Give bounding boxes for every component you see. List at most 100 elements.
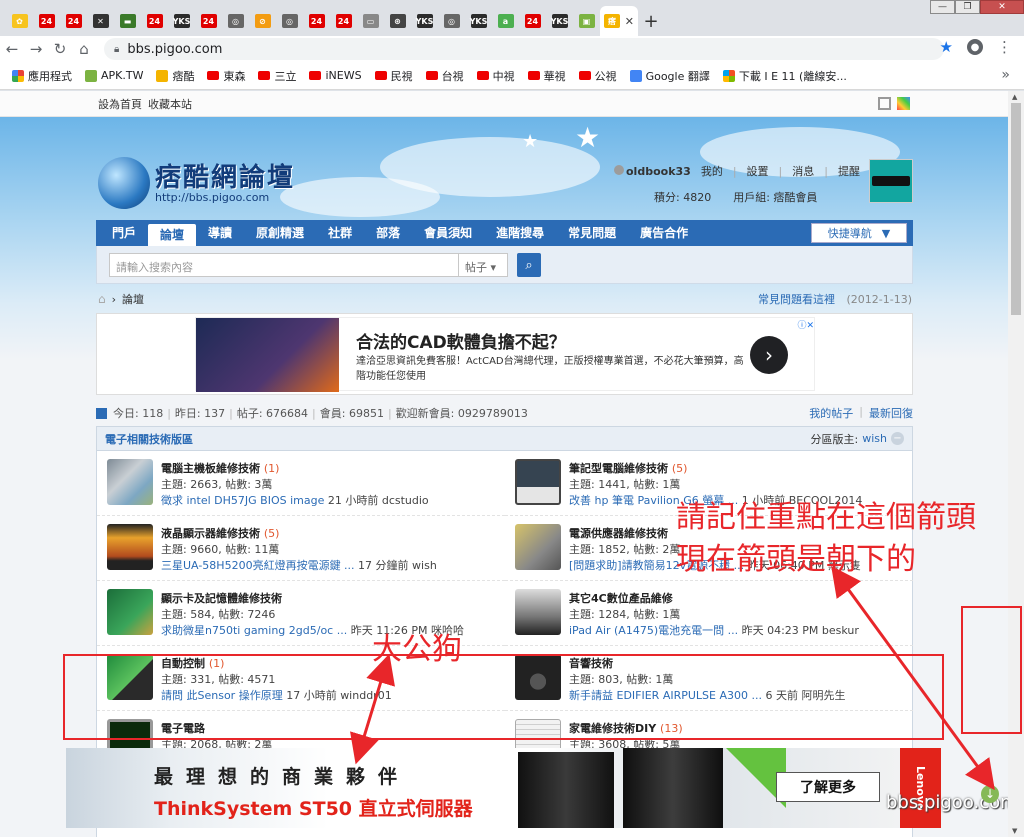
maximize-button[interactable]: ❐ — [955, 0, 980, 14]
ad-text[interactable]: 達洽亞思資訊免費客服！ActCAD台灣總代理，正版授權專業首選，不必花大筆預算，… — [356, 354, 746, 384]
search-scope-select[interactable]: 帖子 ▾ — [458, 253, 508, 277]
set-homepage-link[interactable]: 設為首頁 — [98, 96, 142, 112]
bookmark-label[interactable]: 三立 — [274, 68, 296, 84]
nav-item[interactable]: 進階搜尋 — [484, 220, 556, 246]
board-icon[interactable] — [107, 524, 153, 570]
reload-icon[interactable]: ↻ — [48, 40, 72, 58]
browser-tab[interactable]: 24 — [303, 6, 330, 36]
browser-tab[interactable]: ⊛ — [384, 6, 411, 36]
ad-title[interactable]: 合法的CAD軟體負擔不起？ — [356, 328, 566, 353]
bookmark-item[interactable]: 三立 — [258, 68, 296, 84]
browser-tab[interactable]: YKS — [168, 6, 195, 36]
bookmark-item[interactable]: Google 翻譯 — [629, 68, 710, 84]
minimize-button[interactable]: — — [930, 0, 955, 14]
browser-tab[interactable]: ⊘ — [249, 6, 276, 36]
scroll-up-icon[interactable]: ▲ — [1012, 93, 1017, 101]
board-icon[interactable] — [107, 459, 153, 505]
browser-tab[interactable]: ◎ — [222, 6, 249, 36]
banner-subline[interactable]: ThinkSystem ST50 直立式伺服器 — [154, 794, 473, 821]
bookmark-item[interactable]: 中視 — [476, 68, 515, 84]
address-bar[interactable]: 🔒︎ bbs.pigoo.com — [104, 38, 944, 60]
last-post-link[interactable]: 三星UA-58H5200亮紅燈再按電源鍵 ... — [161, 559, 355, 572]
scroll-down-icon[interactable]: ▼ — [1012, 827, 1017, 835]
bookmark-item[interactable]: iNEWS — [309, 69, 362, 82]
nav-item[interactable]: 廣告合作 — [628, 220, 700, 246]
bookmark-label[interactable]: Google 翻譯 — [646, 68, 710, 84]
board-icon[interactable] — [515, 524, 561, 570]
scrollbar-thumb[interactable] — [1011, 103, 1021, 315]
bookmark-item[interactable]: APK.TW — [85, 69, 143, 82]
avatar[interactable] — [869, 159, 913, 203]
back-arrow-icon[interactable]: ← — [0, 40, 24, 58]
bookmark-label[interactable]: 痞酷 — [172, 68, 194, 84]
nav-item[interactable]: 門戶 — [100, 220, 148, 246]
bookmark-label[interactable]: 應用程式 — [28, 68, 72, 84]
menu-kebab-icon[interactable]: ⋮ — [997, 38, 1012, 56]
nav-item[interactable]: 導讀 — [196, 220, 244, 246]
user-link[interactable]: 設置 — [747, 163, 769, 179]
adchoices-icon[interactable]: ⓘ✕ — [797, 318, 814, 331]
bookmark-item[interactable]: 公視 — [578, 68, 617, 84]
forward-arrow-icon[interactable]: → — [24, 40, 48, 58]
nav-item[interactable]: 會員須知 — [412, 220, 484, 246]
user-name[interactable]: oldbook33 — [614, 164, 691, 178]
bookmark-label[interactable]: 公視 — [595, 68, 617, 84]
breadcrumb-forum[interactable]: 論壇 — [122, 291, 144, 307]
browser-tab[interactable]: 24 — [519, 6, 546, 36]
board-title[interactable]: 液晶顯示器維修技術 (5) — [161, 525, 279, 541]
board-title[interactable]: 電源供應器維修技術 — [569, 525, 668, 541]
theme-color-icon[interactable] — [897, 97, 910, 110]
browser-tab[interactable]: YKS — [411, 6, 438, 36]
browser-tab[interactable]: ✕ — [87, 6, 114, 36]
browser-tab[interactable]: YKS — [465, 6, 492, 36]
last-post-link[interactable]: 徵求 intel DH57JG BIOS image — [161, 494, 324, 507]
nav-item[interactable]: 論壇 — [148, 224, 197, 246]
board-title[interactable]: 顯示卡及記憶體維修技術 — [161, 590, 282, 606]
quick-nav-button[interactable]: 快捷導航 ▼ — [811, 223, 907, 243]
user-group[interactable]: 用戶組: 痞酷會員 — [733, 189, 817, 205]
lock-icon[interactable]: 🔒︎ — [114, 44, 119, 55]
board-title[interactable]: 電腦主機板維修技術 (1) — [161, 460, 279, 476]
last-post-link[interactable]: 求助微星n750ti gaming 2gd5/oc ... — [161, 624, 347, 637]
user-link[interactable]: 消息 — [792, 163, 814, 179]
site-logo-globe[interactable] — [98, 157, 150, 209]
ad-image[interactable] — [196, 318, 339, 392]
bookmark-label[interactable]: APK.TW — [101, 69, 143, 82]
stat-welcome[interactable]: 歡迎新會員: 0929789013 — [396, 405, 528, 421]
my-posts-link[interactable]: 我的帖子 — [809, 405, 853, 421]
browser-tab[interactable]: ◎ — [276, 6, 303, 36]
bookmark-site-link[interactable]: 收藏本站 — [148, 96, 192, 112]
bookmark-item[interactable]: 下載 I E 11 (離線安... — [722, 68, 847, 84]
bookmark-label[interactable]: 台視 — [442, 68, 464, 84]
user-link[interactable]: 我的 — [701, 163, 723, 179]
home-icon[interactable]: ⌂ — [98, 292, 106, 306]
site-logo-title[interactable]: 痞酷網論壇 — [155, 157, 295, 194]
close-tab-icon[interactable]: ✕ — [625, 15, 634, 28]
actcad-ad[interactable]: 合法的CAD軟體負擔不起？ 達洽亞思資訊免費客服！ActCAD台灣總代理，正版授… — [195, 317, 815, 392]
browser-tab[interactable]: 24 — [60, 6, 87, 36]
bookmark-item[interactable]: 痞酷 — [156, 68, 194, 84]
tab-active[interactable]: 瘩 ✕ — [600, 6, 638, 36]
browser-tab[interactable]: ◎ — [438, 6, 465, 36]
bookmarks-more-icon[interactable]: » — [1001, 67, 1010, 83]
bookmark-item[interactable]: 東森 — [207, 68, 245, 84]
latest-replies-link[interactable]: 最新回復 — [869, 405, 913, 421]
fullscreen-icon[interactable] — [878, 97, 891, 110]
bookmark-item[interactable]: 華視 — [527, 68, 566, 84]
bookmark-item[interactable]: 民視 — [374, 68, 413, 84]
board-icon[interactable] — [515, 459, 561, 505]
board-title[interactable]: 其它4C數位產品維修 — [569, 590, 673, 606]
new-tab-button[interactable]: + — [638, 6, 664, 36]
back-to-top-arrow-icon[interactable]: ↓ — [981, 785, 999, 803]
board-icon[interactable] — [515, 589, 561, 635]
user-link[interactable]: 提醒 — [838, 163, 860, 179]
section-title[interactable]: 電子相關技術版區 — [105, 431, 193, 447]
banner-headline[interactable]: 最理想的商業夥伴 — [154, 762, 410, 789]
user-points[interactable]: 積分: 4820 — [654, 189, 711, 205]
browser-tab[interactable]: a — [492, 6, 519, 36]
bookmark-star-icon[interactable]: ★ — [940, 38, 953, 56]
home-icon[interactable]: ⌂ — [72, 40, 96, 58]
browser-tab[interactable]: 24 — [195, 6, 222, 36]
board-icon[interactable] — [107, 589, 153, 635]
browser-tab[interactable]: 24 — [33, 6, 60, 36]
